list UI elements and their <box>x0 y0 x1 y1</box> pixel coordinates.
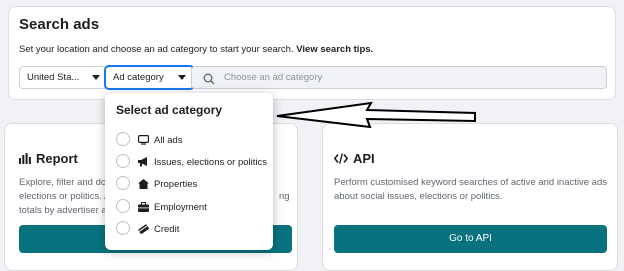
monitor-icon <box>138 135 150 151</box>
option-label: Credit <box>154 224 180 235</box>
search-icon <box>203 72 215 93</box>
chevron-down-icon <box>178 75 186 80</box>
radio-button[interactable] <box>116 154 130 168</box>
option-label: Properties <box>154 179 198 190</box>
category-option-all-ads[interactable]: All ads <box>116 132 183 148</box>
country-select[interactable]: United Sta... <box>19 66 108 89</box>
dropdown-title: Select ad category <box>116 103 223 117</box>
bar-chart-icon <box>19 152 31 167</box>
api-card: API Perform customised keyword searches … <box>322 123 618 271</box>
option-label: Employment <box>154 202 207 213</box>
category-option-issues-elections-politics[interactable]: Issues, elections or politics <box>116 154 267 170</box>
search-placeholder: Choose an ad category <box>224 72 323 83</box>
briefcase-icon <box>138 202 150 218</box>
search-input[interactable]: Choose an ad category <box>191 66 607 89</box>
country-select-value: United Sta... <box>27 72 80 83</box>
api-title-text: API <box>353 151 375 166</box>
report-title: Report <box>19 151 78 167</box>
category-option-employment[interactable]: Employment <box>116 199 207 215</box>
report-desc-line: elections or politics. A <box>19 191 111 202</box>
radio-button[interactable] <box>116 199 130 213</box>
radio-button[interactable] <box>116 176 130 190</box>
megaphone-icon <box>138 157 150 173</box>
category-option-properties[interactable]: Properties <box>116 176 197 192</box>
search-description-text: Set your location and choose an ad categ… <box>19 44 294 55</box>
code-icon <box>333 153 349 167</box>
search-description: Set your location and choose an ad categ… <box>19 44 373 55</box>
option-label: Issues, elections or politics <box>154 157 267 168</box>
chevron-down-icon <box>92 75 100 80</box>
house-icon <box>138 179 150 195</box>
ad-category-dropdown: Select ad category All ads Issues, elect… <box>105 93 273 250</box>
ad-category-select-value: Ad category <box>113 72 164 83</box>
ad-category-select[interactable]: Ad category <box>105 66 194 89</box>
view-search-tips-link[interactable]: View search tips. <box>296 44 373 55</box>
api-desc-line: Perform customised keyword searches of a… <box>334 177 607 188</box>
radio-button[interactable] <box>116 132 130 146</box>
credit-card-icon <box>138 224 150 240</box>
search-ads-card: Search ads Set your location and choose … <box>8 6 616 100</box>
api-desc-line: about social issues, elections or politi… <box>334 191 503 202</box>
option-label: All ads <box>154 135 183 146</box>
report-desc-line-tail: ng <box>279 191 290 202</box>
go-to-api-button[interactable]: Go to API <box>334 225 607 253</box>
api-description: Perform customised keyword searches of a… <box>334 176 614 204</box>
report-title-text: Report <box>36 151 78 166</box>
page-title: Search ads <box>19 16 100 33</box>
api-title: API <box>333 151 375 167</box>
category-option-credit[interactable]: Credit <box>116 221 179 237</box>
radio-button[interactable] <box>116 221 130 235</box>
